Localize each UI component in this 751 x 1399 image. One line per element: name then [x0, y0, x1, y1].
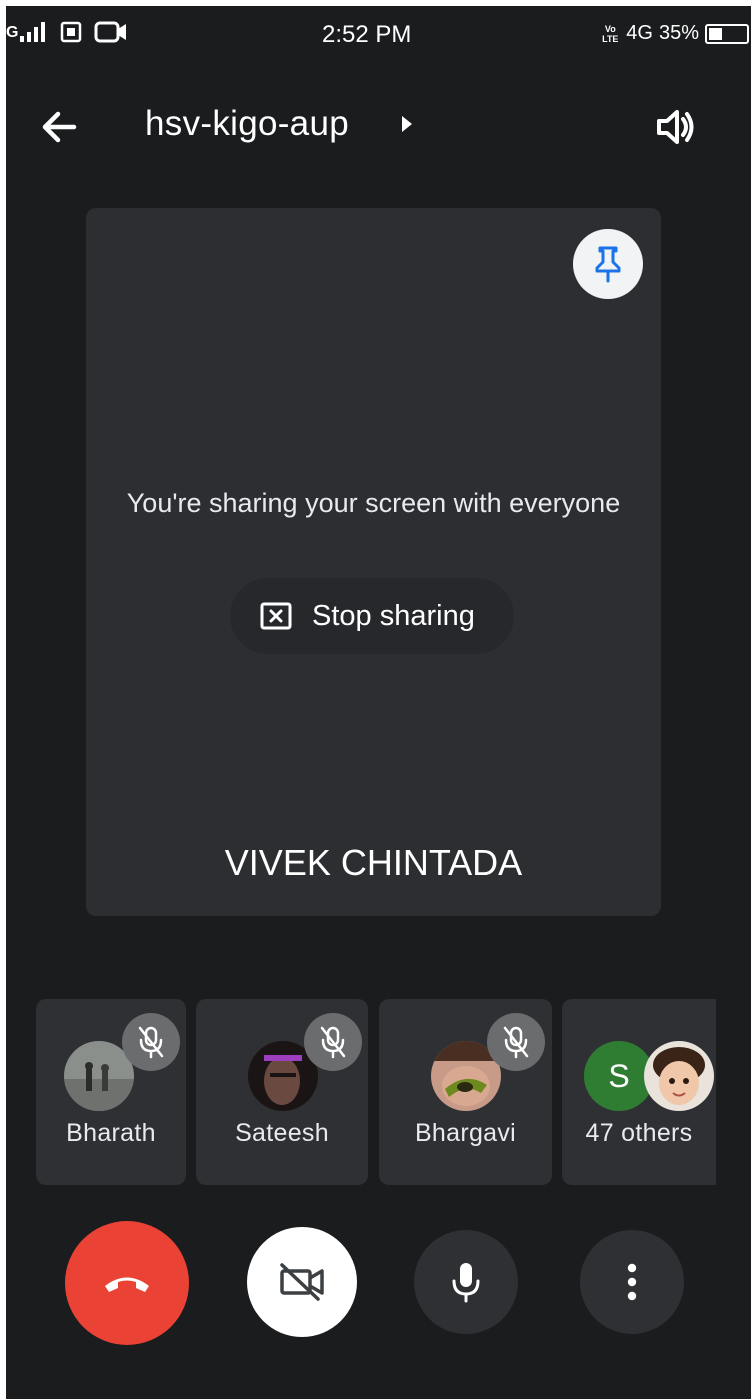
meet-screen: G 2:52 PM Vo LTE 4G 35% hsv-kigo-aup You… — [6, 6, 751, 1399]
network-label: G — [6, 24, 19, 41]
pin-button[interactable] — [573, 229, 643, 299]
participant-tile[interactable]: Sateesh — [196, 999, 368, 1185]
battery-percent: 35% — [658, 22, 699, 44]
meeting-code[interactable]: hsv-kigo-aup — [145, 104, 349, 144]
stop-sharing-button[interactable]: Stop sharing — [230, 578, 514, 654]
participant-name: Bharath — [66, 1119, 156, 1147]
more-vert-icon — [627, 1263, 637, 1301]
more-options-button[interactable] — [580, 1230, 684, 1334]
mic-off-icon — [320, 1026, 346, 1059]
mic-off-icon — [138, 1026, 164, 1059]
others-tile[interactable]: S 47 others — [562, 999, 716, 1185]
battery-fill — [709, 27, 722, 40]
sim-icon — [61, 21, 82, 43]
participant-name: Sateesh — [235, 1119, 329, 1147]
stop-sharing-label: Stop sharing — [312, 599, 475, 632]
stop-share-icon — [260, 602, 292, 630]
pin-icon — [595, 246, 621, 283]
end-call-icon — [105, 1277, 149, 1292]
battery-icon — [705, 23, 749, 44]
muted-indicator — [487, 1013, 545, 1071]
avatar-photo — [644, 1041, 714, 1111]
back-button[interactable] — [34, 102, 84, 152]
status-bar: G 2:52 PM Vo LTE 4G 35% — [6, 6, 751, 62]
call-controls — [6, 1219, 751, 1349]
camera-off-icon — [280, 1263, 324, 1301]
arrow-left-icon — [42, 111, 77, 143]
network-type-label: 4G — [626, 22, 653, 44]
video-notification-icon — [94, 21, 127, 43]
status-left: G — [6, 20, 128, 44]
muted-indicator — [122, 1013, 180, 1071]
top-bar: hsv-kigo-aup — [6, 94, 751, 158]
signal-icon — [20, 22, 46, 42]
presenter-tile: You're sharing your screen with everyone… — [86, 208, 661, 916]
volte-label: Vo LTE — [602, 23, 619, 44]
avatar — [644, 1041, 714, 1111]
participant-tile[interactable]: Bhargavi — [379, 999, 552, 1185]
speaker-icon — [657, 110, 694, 144]
status-right: Vo LTE 4G 35% — [600, 22, 749, 45]
mic-off-icon — [503, 1026, 529, 1059]
muted-indicator — [304, 1013, 362, 1071]
end-call-button[interactable] — [65, 1221, 189, 1345]
presenter-name: VIVEK CHINTADA — [224, 842, 523, 883]
camera-toggle-button[interactable] — [247, 1227, 357, 1337]
speaker-button[interactable] — [653, 103, 701, 151]
participant-strip[interactable]: Bharath Sateesh Bhargavi S 47 others — [36, 999, 716, 1185]
meeting-details-arrow-icon[interactable] — [402, 116, 412, 132]
participant-tile[interactable]: Bharath — [36, 999, 186, 1185]
microphone-button[interactable] — [414, 1230, 518, 1334]
status-time: 2:52 PM — [322, 21, 412, 48]
participant-name: Bhargavi — [414, 1119, 517, 1147]
mic-icon — [452, 1263, 480, 1303]
others-count: 47 others — [585, 1119, 693, 1147]
sharing-message: You're sharing your screen with everyone — [126, 488, 621, 518]
